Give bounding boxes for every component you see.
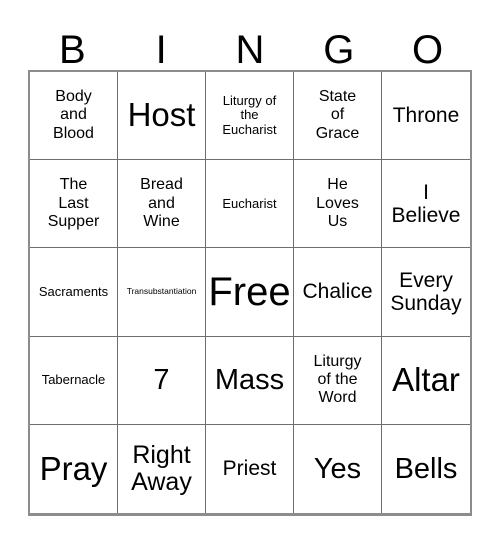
bingo-header-letter-b: B [59, 28, 86, 72]
bingo-cell-r2c3[interactable]: Eucharist [206, 160, 294, 249]
bingo-cell-label: The Last Supper [47, 176, 100, 230]
bingo-cell-r4c4[interactable]: Liturgy of the Word [294, 336, 382, 425]
bingo-cell-r1c3[interactable]: Liturgy of the Eucharist [206, 72, 294, 161]
bingo-cell-label: He Loves Us [316, 176, 359, 230]
bingo-cell-label: Sacraments [38, 283, 109, 299]
bingo-cell-label: Tabernacle [41, 371, 106, 387]
bingo-cell-r5c5[interactable]: Bells [382, 424, 470, 513]
bingo-cell-r3c2[interactable]: Transubstantiation [118, 248, 206, 337]
bingo-cell-label: Throne [392, 104, 460, 128]
bingo-cell-r5c1[interactable]: Pray [30, 424, 118, 513]
bingo-card: B I N G O Body and Blood Host Liturgy of the E… [0, 0, 500, 544]
bingo-cell-r4c3[interactable]: Mass [206, 336, 294, 425]
bingo-cell-label: Chalice [302, 280, 373, 304]
bingo-cell-r1c5[interactable]: Throne [382, 72, 470, 161]
bingo-header-letter-o: O [412, 28, 444, 72]
bingo-cell-label: Host [127, 96, 196, 134]
bingo-cell-r1c4[interactable]: State of Grace [294, 72, 382, 161]
bingo-cell-label: Liturgy of the Word [313, 352, 362, 407]
bingo-cell-r2c1[interactable]: The Last Supper [30, 160, 118, 249]
bingo-cell-label: Every Sunday [390, 268, 462, 315]
bingo-cell-r5c4[interactable]: Yes [294, 424, 382, 513]
bingo-cell-label: Pray [39, 449, 108, 487]
bingo-cell-label: 7 [153, 363, 170, 396]
bingo-cell-r3c4[interactable]: Chalice [294, 248, 382, 337]
bingo-cell-r2c2[interactable]: Bread and Wine [118, 160, 206, 249]
bingo-cell-label: Bread and Wine [140, 176, 183, 230]
bingo-cell-label: Transubstantiation [126, 286, 197, 297]
bingo-cell-label: Priest [222, 457, 277, 481]
bingo-header-letter-i: I [155, 28, 167, 72]
bingo-cell-r4c2[interactable]: 7 [118, 336, 206, 425]
bingo-cell-label: Eucharist [222, 195, 277, 211]
bingo-cell-r1c1[interactable]: Body and Blood [30, 72, 118, 161]
bingo-cell-r4c1[interactable]: Tabernacle [30, 336, 118, 425]
bingo-header-letter-n: N [235, 28, 265, 72]
bingo-cell-r2c4[interactable]: He Loves Us [294, 160, 382, 249]
bingo-cell-label: Free [208, 269, 291, 314]
bingo-grid: Body and Blood Host Liturgy of the Euchari… [28, 70, 472, 516]
bingo-header-letter-g: G [323, 28, 355, 72]
bingo-cell-label: Yes [313, 452, 362, 485]
bingo-cell-r5c2[interactable]: Right Away [118, 424, 206, 513]
bingo-cell-r3c5[interactable]: Every Sunday [382, 248, 470, 337]
bingo-cell-label: Right Away [131, 440, 192, 496]
bingo-cell-label: State of Grace [315, 88, 360, 142]
bingo-free-space-cell[interactable]: Free [206, 248, 294, 337]
bingo-cell-r4c5[interactable]: Altar [382, 336, 470, 425]
bingo-cell-label: Bells [394, 452, 458, 485]
bingo-cell-label: Body and Blood [53, 88, 94, 142]
bingo-cell-label: I Believe [391, 180, 461, 227]
bingo-cell-r3c1[interactable]: Sacraments [30, 248, 118, 337]
bingo-cell-r5c3[interactable]: Priest [206, 424, 294, 513]
bingo-cell-label: Liturgy of the Eucharist [222, 92, 277, 137]
bingo-header-row: BINGO [28, 18, 472, 70]
bingo-cell-r1c2[interactable]: Host [118, 72, 206, 161]
bingo-cell-r2c5[interactable]: I Believe [382, 160, 470, 249]
bingo-cell-label: Mass [214, 363, 285, 396]
bingo-cell-label: Altar [392, 361, 460, 399]
